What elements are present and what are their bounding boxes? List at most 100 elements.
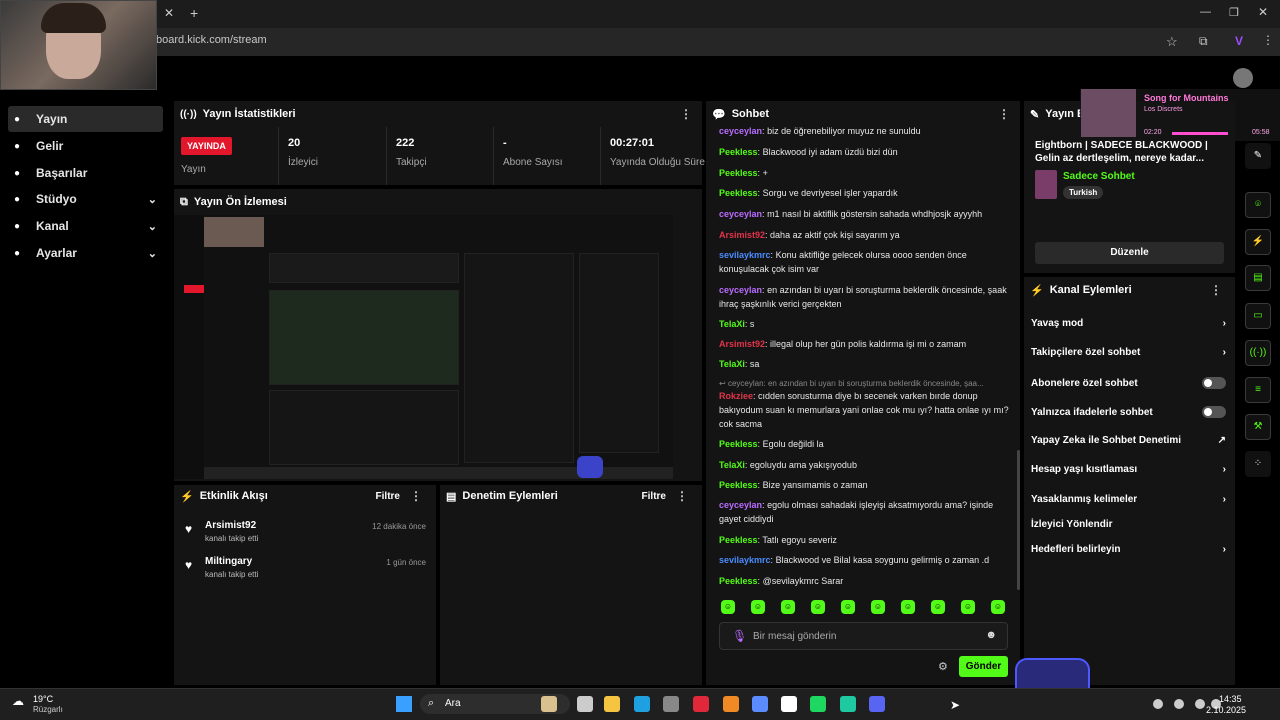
toggle-switch[interactable] [1202,406,1226,418]
chat-username[interactable]: Peekless [719,439,758,449]
chat-username[interactable]: ceyceylan [719,500,762,510]
task-view-icon[interactable] [577,696,593,712]
nav-item-4[interactable]: ● Kanal ⌄ [8,213,163,239]
edge-icon[interactable] [634,696,650,712]
sliders-icon[interactable]: ≡ [1245,377,1271,403]
category-name[interactable]: Sadece Sohbet [1063,171,1135,182]
chat-menu-icon[interactable]: ⋮ [998,107,1010,121]
maximize-icon[interactable]: ❐ [1229,6,1239,19]
chat-username[interactable]: TelaXi [719,359,745,369]
chevron-down-icon[interactable]: ⌄ [148,193,157,206]
chevron-right-icon[interactable]: › [1223,494,1226,505]
chat-username[interactable]: Peekless [719,168,758,178]
dots-icon[interactable]: ⁘ [1245,451,1271,477]
moderation-filter-button[interactable]: Filtre [642,491,666,502]
nav-item-1[interactable]: ● Gelir [8,133,163,159]
chat-username[interactable]: TelaXi [719,319,745,329]
channel-action-item[interactable]: Yasaklanmış kelimeler › [1031,494,1226,505]
chat-username[interactable]: Peekless [719,480,758,490]
channel-action-item[interactable]: Hesap yaşı kısıtlaması › [1031,464,1226,475]
chat-username[interactable]: TelaXi [719,460,745,470]
chat-username[interactable]: Arsimist92 [719,230,765,240]
emote-icon[interactable]: ☺ [961,600,975,614]
moderation-menu-icon[interactable]: ⋮ [676,489,688,503]
chevron-up-icon[interactable] [1153,699,1163,709]
chat-username[interactable]: ceyceylan [719,285,762,295]
chat-username[interactable]: Arsimist92 [719,339,765,349]
emote-icon[interactable]: ☺ [931,600,945,614]
avatar[interactable] [1233,68,1253,88]
app-icon[interactable] [840,696,856,712]
activity-user[interactable]: Arsimist92 [205,520,256,531]
toggle-switch[interactable] [1202,377,1226,389]
close-window-icon[interactable]: ✕ [1258,5,1268,19]
stats-menu-icon[interactable]: ⋮ [680,107,692,121]
send-button[interactable]: Gönder [959,656,1008,677]
chevron-right-icon[interactable]: › [1223,544,1226,555]
channel-action-item[interactable]: Yapay Zeka ile Sohbet Denetimi ↗ [1031,435,1226,446]
edit-icon[interactable]: ✎ [1245,143,1271,169]
channel-action-item[interactable]: Yavaş mod › [1031,318,1226,329]
chat-input[interactable]: 🎙 Bir mesaj gönderin ☻ [719,622,1008,650]
edit-button[interactable]: Düzenle [1035,242,1224,264]
external-link-icon[interactable]: ↗ [1218,435,1226,446]
chat-username[interactable]: sevilaykmrc [719,250,771,260]
channel-action-item[interactable]: Yalnızca ifadelerle sohbet [1031,406,1226,418]
microphone-icon[interactable] [1174,699,1184,709]
opera-icon[interactable] [693,696,709,712]
chat-scrollbar[interactable] [1017,450,1020,590]
chat-username[interactable]: ceyceylan [719,209,762,219]
stream-preview-video[interactable] [174,215,673,479]
emote-icon[interactable]: ☺ [751,600,765,614]
extension-v-icon[interactable]: V [1235,34,1243,48]
emoji-icon[interactable]: ☻ [985,629,997,641]
chat-settings-icon[interactable]: ⚙ [938,660,948,673]
emote-icon[interactable]: ☺ [841,600,855,614]
new-tab-icon[interactable]: + [190,5,198,21]
network-icon[interactable] [1195,699,1205,709]
chevron-down-icon[interactable]: ⌄ [148,220,157,233]
clipboard-icon[interactable]: ▤ [1245,265,1271,291]
emote-icon[interactable]: ☺ [991,600,1005,614]
file-explorer-icon[interactable] [604,696,620,712]
discord-icon[interactable] [869,696,885,712]
emote-icon[interactable]: ☺ [901,600,915,614]
nav-item-3[interactable]: ● Stüdyo ⌄ [8,186,163,212]
chevron-down-icon[interactable]: ⌄ [148,247,157,260]
microphone-icon[interactable]: 🎙 [732,629,747,643]
channel-actions-menu-icon[interactable]: ⋮ [1210,283,1222,297]
chat-username[interactable]: Peekless [719,188,758,198]
camera-icon[interactable]: ⌾ [1245,192,1271,218]
activity-user[interactable]: Miltingary [205,556,252,567]
browser-menu-icon[interactable]: ⋮ [1262,33,1274,47]
url-text[interactable]: board.kick.com/stream [156,34,267,46]
minimize-icon[interactable]: — [1200,6,1211,18]
aimp-icon[interactable] [723,696,739,712]
channel-action-item[interactable]: Abonelere özel sohbet [1031,377,1226,389]
chat-username[interactable]: sevilaykmrc [719,555,771,565]
emote-icon[interactable]: ☺ [781,600,795,614]
chevron-right-icon[interactable]: › [1223,318,1226,329]
chat-bubble-icon[interactable]: ▭ [1245,303,1271,329]
channel-action-item[interactable]: Hedefleri belirleyin › [1031,544,1226,555]
landscape-icon[interactable] [541,696,557,712]
chevron-right-icon[interactable]: › [1223,347,1226,358]
chat-username[interactable]: Peekless [719,147,758,157]
chat-username[interactable]: ceyceylan [719,126,762,136]
emote-icon[interactable]: ☺ [871,600,885,614]
channel-action-item[interactable]: İzleyici Yönlendir [1031,519,1226,530]
copilot-icon[interactable] [752,696,768,712]
extensions-icon[interactable]: ⧉ [1199,34,1208,49]
chat-username[interactable]: Peekless [719,576,758,586]
emote-icon[interactable]: ☺ [811,600,825,614]
activity-filter-button[interactable]: Filtre [376,491,400,502]
store-icon[interactable] [663,696,679,712]
chevron-right-icon[interactable]: › [1223,464,1226,475]
wrench-icon[interactable]: ⚒ [1245,414,1271,440]
bookmark-star-icon[interactable]: ☆ [1166,34,1178,50]
activity-menu-icon[interactable]: ⋮ [410,489,422,503]
spotify-icon[interactable] [810,696,826,712]
nav-item-2[interactable]: ● Başarılar [8,160,163,186]
windows-start-icon[interactable] [396,696,412,712]
chat-username[interactable]: Peekless [719,535,758,545]
